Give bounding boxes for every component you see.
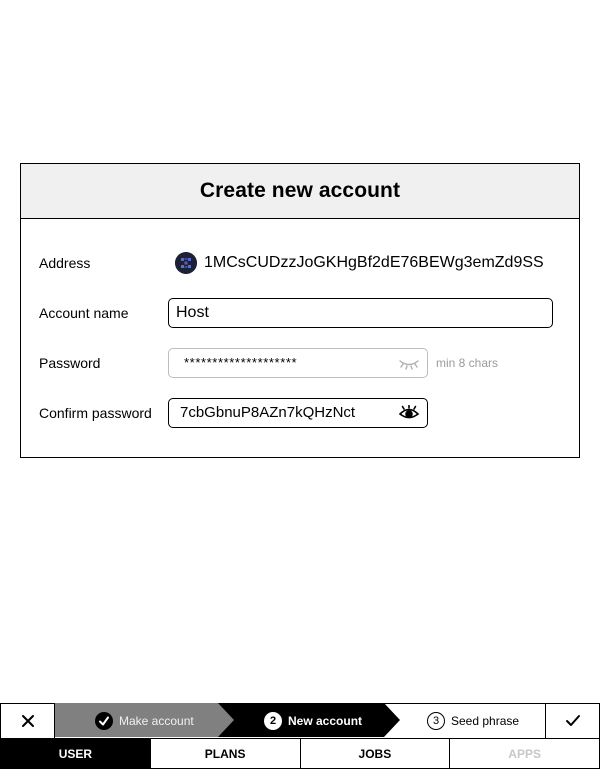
account-name-value: Host <box>176 304 209 321</box>
eye-hidden-icon[interactable] <box>398 355 420 371</box>
password-hint: min 8 chars <box>436 356 499 370</box>
password-row: Password ******************** min 8 char… <box>21 348 579 378</box>
step-new-account[interactable]: 2 New account <box>264 703 362 739</box>
step-number-badge: 2 <box>264 712 282 730</box>
address-label: Address <box>39 255 91 271</box>
confirm-password-value: 7cbGbnuP8AZn7kQHzNct <box>180 404 356 421</box>
create-account-dialog: Create new account Address 1MCsCUDzzJoGK… <box>20 163 580 458</box>
address-row: Address 1MCsCUDzzJoGKHgBf2dE76BEWg3emZd9… <box>21 248 579 278</box>
close-icon <box>21 715 34 727</box>
confirm-password-input[interactable]: 7cbGbnuP8AZn7kQHzNct <box>168 398 428 428</box>
address-value: 1MCsCUDzzJoGKHgBf2dE76BEWg3emZd9SS <box>204 254 544 271</box>
account-name-input[interactable]: Host <box>168 298 553 328</box>
step-make-account[interactable]: Make account <box>95 703 194 739</box>
step-done-check-icon <box>95 712 113 730</box>
tab-plans[interactable]: PLANS <box>150 738 301 769</box>
eye-visible-icon[interactable] <box>398 404 420 421</box>
step-make-account-label: Make account <box>119 714 194 728</box>
step-seed-phrase[interactable]: 3 Seed phrase <box>427 703 519 739</box>
password-value: ******************** <box>184 355 298 370</box>
bottom-tab-bar: USER PLANS JOBS APPS <box>0 738 600 769</box>
confirm-button[interactable] <box>545 703 600 739</box>
tab-user[interactable]: USER <box>0 738 151 769</box>
confirm-password-label: Confirm password <box>39 405 152 421</box>
check-icon <box>565 715 580 726</box>
confirm-password-row: Confirm password 7cbGbnuP8AZn7kQHzNct <box>21 398 579 428</box>
identicon-icon <box>175 252 197 274</box>
dialog-title: Create new account <box>199 179 401 202</box>
close-button[interactable] <box>0 703 55 739</box>
password-label: Password <box>39 355 101 371</box>
step-seed-phrase-label: Seed phrase <box>451 714 520 728</box>
tab-jobs[interactable]: JOBS <box>300 738 451 769</box>
step-number-badge: 3 <box>427 712 445 730</box>
dialog-header: Create new account <box>21 164 579 219</box>
password-input[interactable]: ******************** <box>168 348 428 378</box>
tab-apps: APPS <box>450 738 600 769</box>
step-new-account-label: New account <box>288 714 363 728</box>
wizard-step-bar: Make account 2 New account 3 Seed phrase <box>0 703 600 739</box>
account-name-label: Account name <box>39 305 129 321</box>
account-name-row: Account name Host <box>21 298 579 328</box>
